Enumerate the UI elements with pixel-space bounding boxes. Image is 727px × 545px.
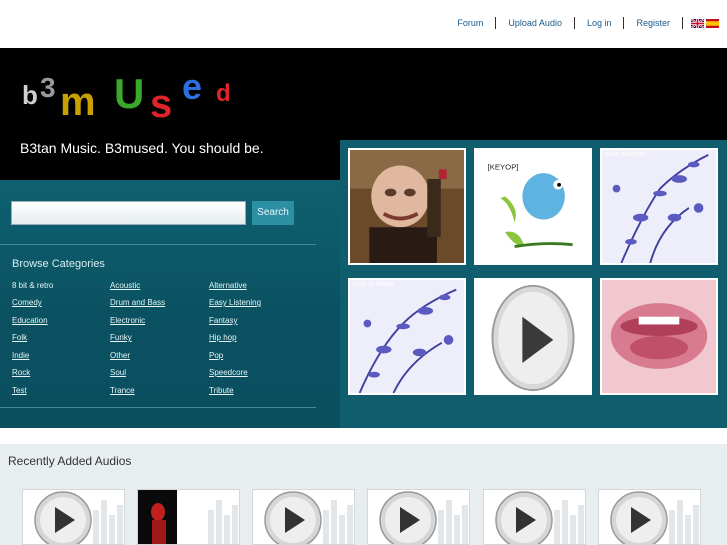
category-link[interactable]: Test [12,386,27,395]
language-selector [683,18,719,28]
top-links: Forum Upload Audio Log in Register [445,17,719,29]
login-link[interactable]: Log in [575,17,625,29]
recent-audio-item[interactable] [598,489,701,545]
thumb-label: Kids in Motto [605,151,646,158]
category-link[interactable]: Other [110,351,130,360]
category-link[interactable]: Rock [12,368,30,377]
thumb-label: [KEYOP] [488,162,519,171]
play-icon [476,280,590,393]
featured-panel-footer [340,408,727,428]
category-link[interactable]: Hip hop [209,333,237,342]
featured-thumb[interactable]: Kids in Motto [600,148,718,265]
category-link[interactable]: Easy Listening [209,298,261,307]
category-link[interactable]: Funky [110,333,132,342]
featured-panel: [KEYOP] Kids in Motto Kids in Motto [340,140,727,408]
logo-letter: 3 [40,72,56,103]
recent-audio-item[interactable] [252,489,355,545]
category-link[interactable]: Electronic [110,316,145,325]
bird-image: [KEYOP] [476,150,590,263]
recent-audio-item[interactable] [483,489,586,545]
logo-letter: m [60,80,96,124]
logo-letter: s [150,82,173,126]
category-link[interactable]: Trance [110,386,135,395]
top-navigation: Forum Upload Audio Log in Register [0,0,727,48]
forum-link[interactable]: Forum [445,17,497,29]
recently-added-section: Recently Added Audios [0,444,727,545]
category-link[interactable]: Comedy [12,298,42,307]
category-link[interactable]: 8 bit & retro [12,281,53,290]
logo-letter: b [22,80,38,110]
logo-letter: e [182,66,203,107]
search-button[interactable]: Search [252,201,294,225]
flowers-image [602,150,716,263]
browse-categories-title: Browse Categories [12,258,105,270]
divider [0,244,316,245]
featured-thumb[interactable]: Kids in Motto [348,278,466,395]
category-link[interactable]: Alternative [209,281,247,290]
play-icon [253,490,354,544]
category-link[interactable]: Soul [110,368,126,377]
category-link[interactable]: Education [12,316,48,325]
play-icon [484,490,585,544]
left-panel: Search Browse Categories 8 bit & retro A… [0,180,340,428]
tagline: B3tan Music. B3mused. You should be. [20,140,264,156]
recent-audio-item[interactable] [367,489,470,545]
play-icon [368,490,469,544]
old-man-image [350,150,464,263]
uk-flag-icon[interactable] [691,18,704,28]
featured-thumb[interactable] [348,148,466,265]
thumb-label: Kids in Motto [353,281,394,288]
recent-audio-item[interactable] [137,489,240,545]
upload-audio-link[interactable]: Upload Audio [496,17,575,29]
search-input[interactable] [11,201,246,225]
play-icon [23,490,124,544]
recently-added-title: Recently Added Audios [8,454,132,468]
left-panel-footer [0,408,340,428]
featured-thumb[interactable] [474,278,592,395]
lips-image [602,280,716,393]
category-link[interactable]: Speedcore [209,368,248,377]
featured-thumb[interactable]: [KEYOP] [474,148,592,265]
category-link[interactable]: Pop [209,351,223,360]
performer-photo [138,490,239,544]
play-icon [599,490,700,544]
es-flag-icon[interactable] [706,18,719,28]
category-link[interactable]: Tribute [209,386,234,395]
category-link[interactable]: Drum and Bass [110,298,165,307]
flowers-image [350,280,464,393]
category-link[interactable]: Indie [12,351,29,360]
site-logo[interactable]: b 3 m U s e d [22,66,242,126]
category-link[interactable]: Folk [12,333,27,342]
logo-letter: U [114,70,145,117]
category-link[interactable]: Fantasy [209,316,237,325]
featured-thumb[interactable] [600,278,718,395]
category-link[interactable]: Acoustic [110,281,140,290]
recent-audio-item[interactable] [22,489,125,545]
register-link[interactable]: Register [624,17,683,29]
logo-letter: d [216,80,231,107]
